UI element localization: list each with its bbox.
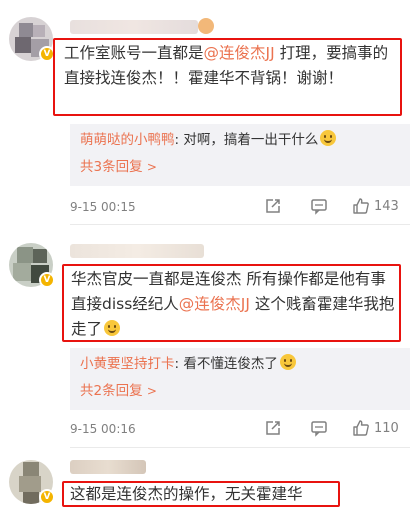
reply-username[interactable]: 萌萌哒的小鸭鸭 (80, 132, 175, 148)
verified-badge-icon: V (39, 272, 55, 288)
reply-username[interactable]: 小黄要坚持打卡 (80, 356, 175, 372)
like-icon (353, 420, 369, 436)
more-replies-link[interactable]: 共2条回复 > (80, 381, 157, 401)
comment-text: 这都是连俊杰的操作，无关霍建华 (70, 485, 303, 503)
more-replies-link[interactable]: 共3条回复 > (80, 157, 157, 177)
reply-item: 小黄要坚持打卡: 看不懂连俊杰了 (80, 354, 296, 374)
comment-text: 华杰官皮一直都是连俊杰 所有操作都是他有事直接diss经纪人@连俊杰JJ 这个贱… (71, 270, 395, 338)
like-button[interactable]: 110 (352, 419, 399, 437)
user-badge-blurred (198, 18, 214, 34)
like-count: 110 (374, 420, 399, 436)
share-button[interactable] (264, 197, 282, 215)
reply-panel: 萌萌哒的小鸭鸭: 对啊，搞着一出干什么 共3条回复 > (70, 124, 410, 186)
username-blurred[interactable] (70, 20, 198, 34)
mention-link[interactable]: @连俊杰JJ (204, 44, 275, 62)
comment-1: V 工作室账号一直都是@连俊杰JJ 打理，要搞事的直接找连俊杰！！霍建华不背锅！… (0, 0, 410, 225)
commenter-avatar[interactable]: V (9, 243, 55, 288)
chevron-right-icon: > (146, 160, 157, 174)
like-icon (353, 198, 369, 214)
comment-time: 9-15 00:15 (70, 200, 136, 214)
comment-3: V 这都是连俊杰的操作，无关霍建华 (0, 448, 410, 519)
share-icon (266, 421, 280, 435)
smile-emoji-icon (279, 354, 296, 370)
comment-button[interactable] (310, 419, 328, 437)
divider (70, 224, 410, 225)
username-blurred[interactable] (70, 244, 204, 258)
like-count: 143 (374, 198, 399, 214)
comment-text: 工作室账号一直都是@连俊杰JJ 打理，要搞事的直接找连俊杰！！霍建华不背锅！谢谢… (64, 44, 389, 87)
comment-time: 9-15 00:16 (70, 422, 136, 436)
comment-icon (311, 199, 327, 215)
commenter-avatar[interactable]: V (9, 460, 55, 505)
username-blurred[interactable] (70, 460, 146, 474)
share-button[interactable] (264, 419, 282, 437)
reply-item: 萌萌哒的小鸭鸭: 对啊，搞着一出干什么 (80, 130, 337, 150)
mention-link[interactable]: @连俊杰JJ (179, 295, 250, 313)
reply-panel: 小黄要坚持打卡: 看不懂连俊杰了 共2条回复 > (70, 348, 410, 410)
smile-emoji-icon (104, 320, 121, 336)
share-icon (266, 199, 280, 213)
commenter-avatar[interactable]: V (9, 17, 55, 62)
chevron-right-icon: > (146, 384, 157, 398)
comment-icon (311, 421, 327, 437)
smile-emoji-icon (320, 130, 337, 146)
comment-button[interactable] (310, 197, 328, 215)
verified-badge-icon: V (39, 489, 55, 505)
comment-2: V 华杰官皮一直都是连俊杰 所有操作都是他有事直接diss经纪人@连俊杰JJ 这… (0, 226, 410, 448)
like-button[interactable]: 143 (352, 197, 399, 215)
